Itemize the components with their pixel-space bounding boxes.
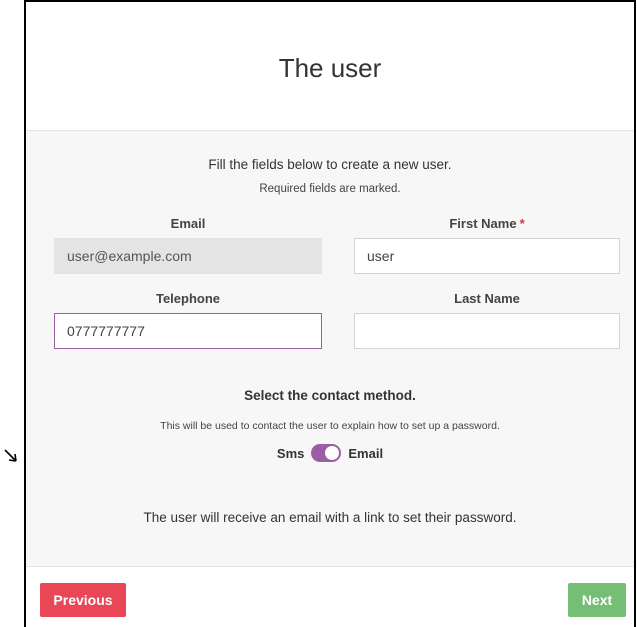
- email-label-text: Email: [170, 216, 206, 231]
- last-name-label-text: Last Name: [454, 291, 520, 306]
- required-note: Required fields are marked.: [259, 183, 401, 195]
- last-name-field[interactable]: [354, 313, 620, 349]
- modal-title: The user: [278, 52, 382, 83]
- email-field[interactable]: [54, 238, 322, 274]
- first-name-field[interactable]: [354, 238, 620, 274]
- contact-method-result-text: The user will receive an email with a li…: [143, 510, 517, 525]
- telephone-field[interactable]: [54, 313, 322, 349]
- contact-method-toggle-row: Sms Email: [26, 444, 634, 462]
- last-name-label: Last Name: [354, 291, 620, 306]
- telephone-label-text: Telephone: [155, 291, 221, 306]
- create-user-modal: The user Fill the fields below to create…: [24, 0, 636, 627]
- email-label: Email: [54, 216, 322, 231]
- intro-text: Fill the fields below to create a new us…: [208, 157, 452, 172]
- first-name-label-text: First Name: [449, 216, 517, 231]
- contact-method-title: Select the contact method.: [244, 388, 416, 403]
- first-name-label: First Name *: [354, 216, 620, 231]
- email-option-label[interactable]: Email: [348, 446, 383, 461]
- previous-button[interactable]: Previous: [40, 583, 126, 617]
- modal-header: The user: [26, 2, 634, 131]
- contact-method-toggle[interactable]: [311, 444, 342, 462]
- next-button[interactable]: Next: [568, 583, 626, 617]
- toggle-knob: [325, 446, 340, 460]
- required-asterisk: *: [519, 216, 525, 231]
- sms-option-label[interactable]: Sms: [277, 446, 304, 461]
- modal-footer: Previous Next: [26, 566, 634, 627]
- telephone-label: Telephone: [54, 291, 322, 306]
- arrow-pointer-icon: [4, 449, 17, 462]
- contact-method-description: This will be used to contact the user to…: [160, 420, 500, 432]
